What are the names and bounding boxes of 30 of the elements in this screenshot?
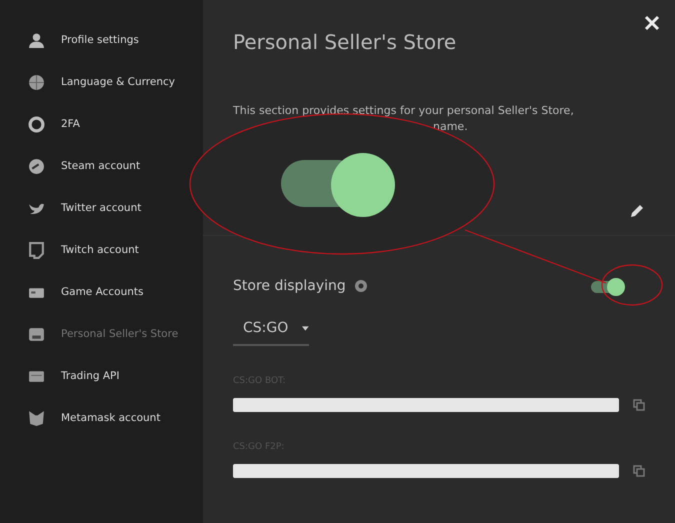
sidebar-item[interactable]: Game Accounts <box>28 282 144 302</box>
sidebar-item[interactable]: Profile settings <box>28 30 139 50</box>
sidebar-item[interactable]: 2FA <box>28 114 80 134</box>
sidebar-item[interactable]: Language & Currency <box>28 72 175 92</box>
panel-title: Personal Seller's Store <box>233 30 458 54</box>
sidebar-item[interactable]: Metamask account <box>28 408 160 428</box>
copy-icon[interactable] <box>633 399 645 411</box>
game-dropdown[interactable]: CS:GO <box>233 320 309 346</box>
description-text: This section provides settings for your personal Seller's Store, <box>233 103 575 119</box>
copy-icon[interactable] <box>633 465 645 477</box>
close-icon[interactable] <box>643 14 661 32</box>
sidebar-item[interactable]: Steam account <box>28 156 140 176</box>
chat-icon <box>28 242 45 258</box>
highlight-ring <box>601 264 663 306</box>
store-icon <box>28 326 45 342</box>
caret-icon <box>302 326 309 330</box>
help-icon[interactable] <box>354 279 368 293</box>
toggle-switch[interactable] <box>591 278 625 294</box>
sidebar-item[interactable]: Twitter account <box>28 198 142 218</box>
setting-label: Store displaying <box>233 278 346 294</box>
ring-icon <box>28 116 45 132</box>
sidebar-item[interactable]: Twitch account <box>28 240 139 260</box>
globe-icon <box>28 74 45 90</box>
sidebar-item[interactable]: Personal Seller's Store <box>28 324 178 344</box>
person-icon <box>28 32 45 48</box>
sidebar-item[interactable]: Trading API <box>28 366 120 386</box>
pencil-icon[interactable] <box>629 203 645 219</box>
input-field[interactable] <box>233 464 619 478</box>
input-field[interactable] <box>233 398 619 412</box>
description-text: name. <box>433 120 469 133</box>
